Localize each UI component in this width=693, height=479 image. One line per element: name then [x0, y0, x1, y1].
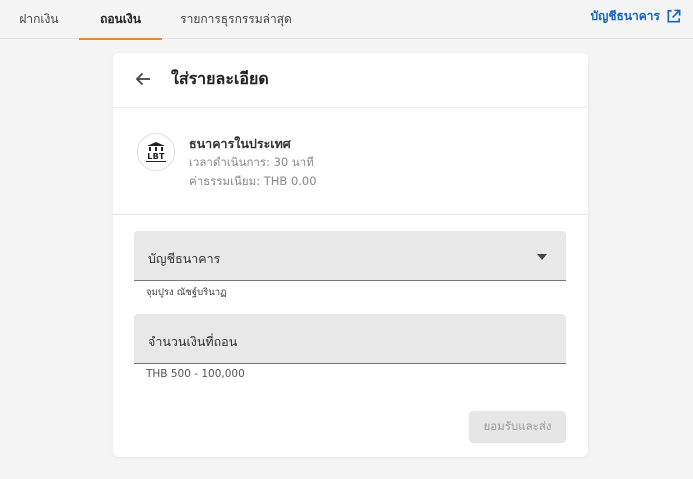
- withdraw-amount-input[interactable]: จำนวนเงินที่ถอน: [134, 314, 566, 364]
- bank-building-icon: [147, 142, 165, 151]
- tab-deposit[interactable]: ฝากเงิน: [0, 0, 78, 39]
- withdraw-details-card: ใส่รายละเอียด LBT ธนาคารในประเทศ เวลาดำเ…: [113, 53, 588, 457]
- bank-account-select[interactable]: บัญชีธนาคาร: [134, 231, 566, 281]
- amount-range-hint: THB 500 - 100,000: [146, 368, 245, 380]
- bank-accounts-link[interactable]: บัญชีธนาคาร: [591, 0, 681, 32]
- withdraw-amount-label: จำนวนเงินที่ถอน: [148, 334, 238, 349]
- top-nav: ฝากเงิน ถอนเงิน รายการธุรกรรมล่าสุด บัญช…: [0, 0, 693, 40]
- bank-account-select-label: บัญชีธนาคาร: [148, 251, 221, 266]
- method-name: ธนาคารในประเทศ: [189, 136, 291, 151]
- bank-logo: LBT: [137, 133, 175, 171]
- account-holder-name: จุมปูรง ณัชฐ์บรินาฏ: [146, 287, 227, 298]
- tab-recent-transactions-label: รายการธุรกรรมล่าสุด: [180, 12, 292, 26]
- card-header: ใส่รายละเอียด: [113, 53, 588, 108]
- external-link-icon: [667, 9, 681, 22]
- arrow-left-icon[interactable]: [133, 69, 153, 89]
- caret-down-icon: [537, 254, 547, 260]
- withdraw-method-info: LBT ธนาคารในประเทศ เวลาดำเนินการ: 30 นาท…: [113, 109, 588, 215]
- tab-deposit-label: ฝากเงิน: [19, 12, 59, 26]
- processing-time: เวลาดำเนินการ: 30 นาที: [189, 155, 314, 169]
- submit-button[interactable]: ยอมรับและส่ง: [469, 411, 566, 443]
- tab-withdraw[interactable]: ถอนเงิน: [79, 0, 162, 40]
- bank-logo-text: LBT: [146, 152, 166, 162]
- tab-recent-transactions[interactable]: รายการธุรกรรมล่าสุด: [162, 0, 310, 39]
- tab-withdraw-label: ถอนเงิน: [100, 12, 141, 26]
- bank-accounts-link-label: บัญชีธนาคาร: [590, 8, 660, 23]
- fee: ค่าธรรมเนียม: THB 0.00: [189, 174, 317, 188]
- page-title: ใส่รายละเอียด: [171, 69, 269, 88]
